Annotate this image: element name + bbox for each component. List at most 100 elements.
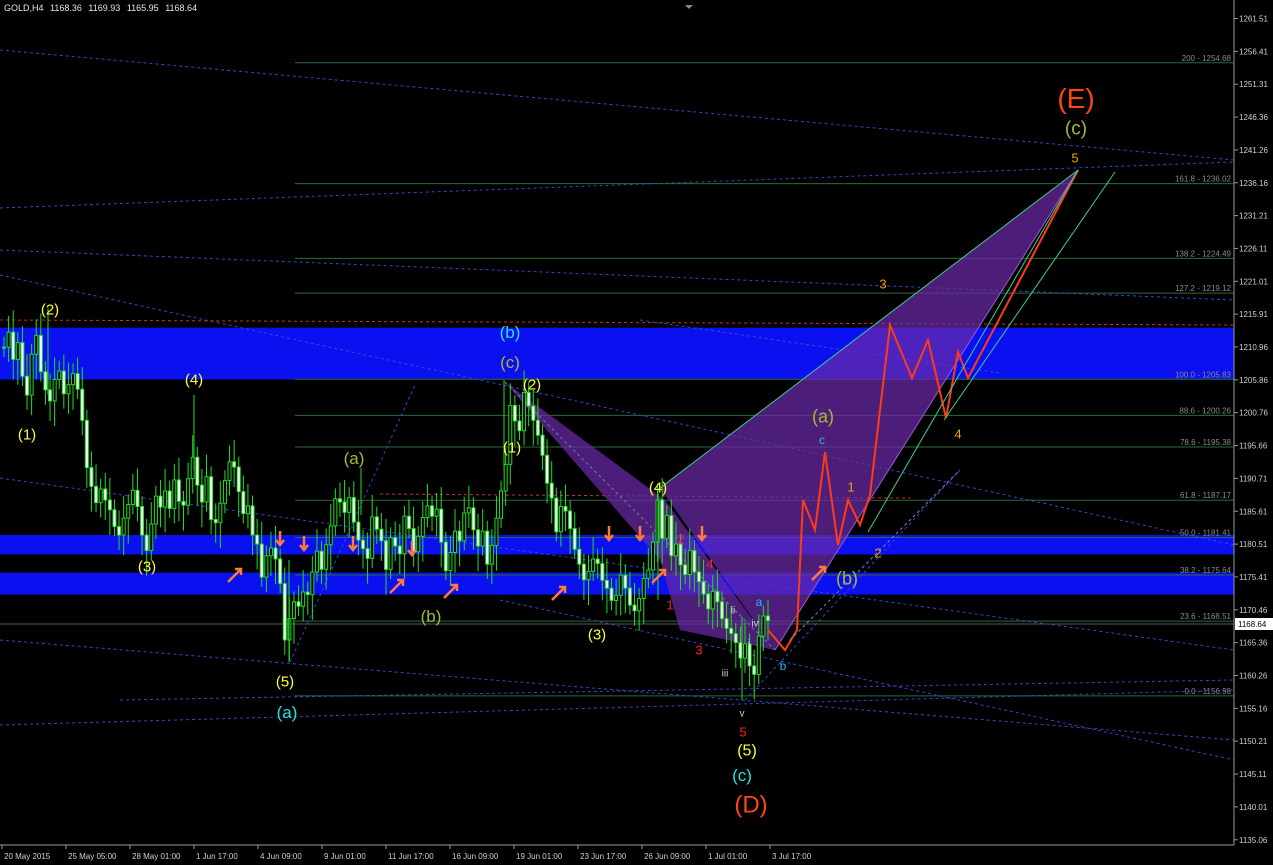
- candle-body: [535, 419, 540, 436]
- candle-body: [430, 505, 435, 517]
- candle-body: [107, 499, 112, 511]
- candle-body: [112, 509, 117, 528]
- zone-band: [0, 572, 1234, 595]
- candle-body: [591, 558, 596, 572]
- candle-body: [554, 497, 559, 533]
- candle-body: [259, 543, 264, 578]
- x-tick-label: 23 Jun 17:00: [580, 852, 627, 861]
- y-tick-label: 1226.11: [1239, 244, 1268, 253]
- wave-label: (3): [138, 558, 156, 575]
- candle-body: [632, 604, 637, 612]
- candle-body: [517, 420, 522, 432]
- candle-body: [742, 643, 747, 659]
- candle-body: [273, 547, 278, 560]
- wave-label: 1: [666, 598, 673, 613]
- y-tick-label: 1145.11: [1239, 770, 1267, 779]
- candle-body: [627, 587, 632, 606]
- candle-body: [669, 515, 674, 557]
- wave-label: 5: [739, 725, 746, 740]
- fib-level-label: 23.6 - 1168.51: [1180, 612, 1232, 621]
- wave-label: 4: [706, 557, 713, 572]
- wave-label: (c): [732, 766, 752, 785]
- candle-body: [462, 512, 467, 542]
- candle-body: [448, 552, 453, 572]
- candle-body: [494, 517, 499, 546]
- wave-label: (a): [277, 703, 298, 722]
- candle-body: [540, 434, 545, 456]
- candle-body: [25, 375, 30, 396]
- candle-body: [577, 548, 582, 565]
- y-tick-label: 1150.21: [1239, 737, 1268, 746]
- candle-body: [549, 482, 554, 499]
- arrow-down-icon: [604, 526, 614, 543]
- y-tick-label: 1205.86: [1239, 376, 1268, 385]
- candle-body: [186, 478, 191, 506]
- candle-body: [98, 488, 103, 504]
- candle-body: [301, 591, 306, 607]
- candle-body: [384, 540, 388, 570]
- candle-body: [393, 537, 398, 547]
- candle-body: [623, 574, 628, 589]
- y-tick-label: 1195.66: [1239, 442, 1268, 451]
- candle-body: [314, 550, 319, 573]
- candle-body: [402, 515, 407, 555]
- candle-body: [135, 489, 140, 508]
- wave-label: 4: [954, 427, 961, 442]
- candle-body: [397, 545, 402, 555]
- wave-label: (D): [734, 791, 767, 818]
- price-chart[interactable]: 200 - 1254.68 161.8 - 1236.02 138.2 - 1224…: [0, 0, 1273, 865]
- x-tick-label: 11 Jun 17:00: [388, 852, 434, 861]
- x-tick-label: 4 Jun 09:00: [260, 852, 302, 861]
- wave-label: b: [780, 659, 787, 673]
- candle-body: [604, 579, 609, 589]
- wave-label: (3): [588, 626, 606, 643]
- candle-body: [268, 547, 273, 557]
- x-tick-label: 3 Jul 17:00: [772, 852, 812, 861]
- candle-body: [512, 404, 517, 422]
- candle-body: [130, 489, 135, 506]
- candle-body: [250, 505, 255, 536]
- candle-body: [149, 523, 154, 552]
- candle-body: [319, 550, 324, 570]
- wave-label: (c): [500, 353, 520, 372]
- x-tick-label: 1 Jul 01:00: [708, 852, 748, 861]
- candle-body: [526, 391, 531, 407]
- y-tick-label: 1165.36: [1239, 639, 1268, 648]
- candle-body: [264, 555, 269, 578]
- candle-body: [365, 548, 370, 559]
- candle-body: [752, 665, 757, 675]
- y-tick-label: 1140.01: [1239, 803, 1268, 812]
- candle-body: [291, 601, 296, 620]
- y-tick-label: 1135.06: [1239, 836, 1268, 845]
- candle-body: [756, 635, 761, 675]
- y-tick-label: 1190.71: [1239, 474, 1268, 483]
- candle-body: [641, 577, 646, 600]
- supply-demand-zones: [0, 327, 1234, 595]
- candle-body: [209, 476, 214, 520]
- candle-body: [218, 502, 223, 524]
- candle-body: [140, 506, 145, 536]
- wave-label: (1): [503, 439, 521, 456]
- candle-body: [683, 564, 688, 576]
- candle-body: [724, 618, 729, 629]
- wave-label: (a): [344, 449, 365, 468]
- candle-body: [126, 504, 131, 519]
- y-tick-label: 1236.16: [1239, 179, 1268, 188]
- candle-body: [38, 334, 43, 373]
- candle-body: [61, 370, 66, 395]
- y-tick-label: 1170.46: [1239, 606, 1268, 615]
- wave-label: c: [819, 433, 825, 447]
- candle-body: [480, 530, 485, 547]
- candle-body: [637, 598, 642, 612]
- candle-body: [733, 633, 738, 644]
- candle-body: [457, 530, 462, 542]
- wave-label: (2): [41, 301, 59, 318]
- y-tick-label: 1251.31: [1239, 80, 1268, 89]
- candle-body: [57, 370, 62, 381]
- candle-body: [715, 590, 720, 603]
- candle-body: [710, 590, 715, 610]
- fib-level-label: 0.0 - 1156.98: [1184, 687, 1231, 696]
- wave-label: iv: [751, 619, 758, 630]
- candle-body: [568, 510, 573, 530]
- fib-level-label: 88.6 - 1200.26: [1179, 406, 1231, 415]
